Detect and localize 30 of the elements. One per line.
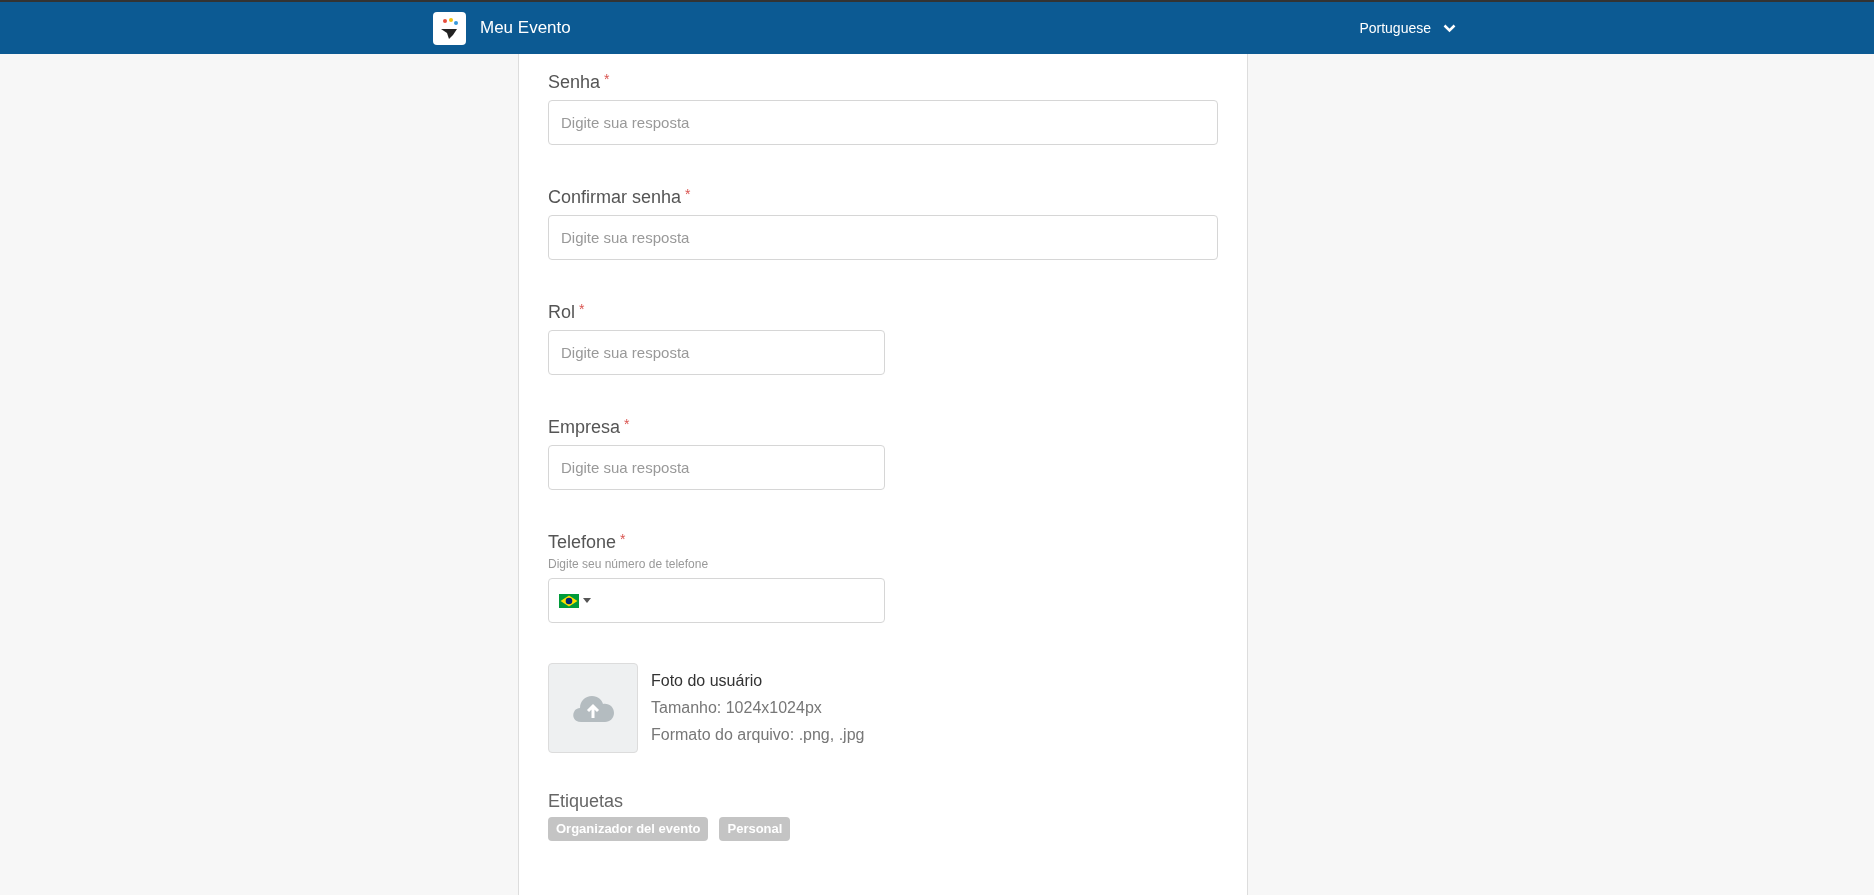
flag-icon xyxy=(559,593,579,608)
logo-icon xyxy=(433,11,466,45)
field-label: Senha xyxy=(548,71,601,94)
cloud-upload-icon xyxy=(571,693,615,723)
upload-title: Foto do usuário xyxy=(651,671,764,691)
upload-button[interactable] xyxy=(548,663,638,753)
field-label: Confirmar senha xyxy=(548,186,682,209)
required-mark: * xyxy=(624,415,630,433)
input-field[interactable]: Digite sua resposta xyxy=(548,445,885,490)
upload-size: Tamanho: 1024x1024px xyxy=(651,698,823,718)
chevron-down-icon xyxy=(1443,23,1456,33)
required-mark: * xyxy=(579,300,585,318)
tag: Personal xyxy=(719,817,791,841)
phone-field[interactable] xyxy=(548,578,885,623)
field-label: Telefone xyxy=(548,531,617,554)
required-mark: * xyxy=(604,70,610,88)
upload-format: Formato do arquivo: .png, .jpg xyxy=(651,725,865,745)
input-field[interactable]: Digite sua resposta xyxy=(548,100,1218,145)
input-field[interactable]: Digite sua resposta xyxy=(548,215,1218,260)
input-field[interactable]: Digite sua resposta xyxy=(548,330,885,375)
tags-label: Etiquetas xyxy=(548,790,625,813)
required-mark: * xyxy=(685,185,691,203)
field-hint: Digite seu número de telefone xyxy=(548,556,710,572)
field-label: Rol xyxy=(548,301,575,324)
tag: Organizador del evento xyxy=(548,817,709,841)
language-dropdown[interactable]: Portuguese xyxy=(1359,17,1456,39)
field-label: Empresa xyxy=(548,416,621,439)
caret-icon xyxy=(583,598,591,603)
required-mark: * xyxy=(620,530,626,548)
app-title[interactable]: Meu Evento xyxy=(480,15,571,41)
